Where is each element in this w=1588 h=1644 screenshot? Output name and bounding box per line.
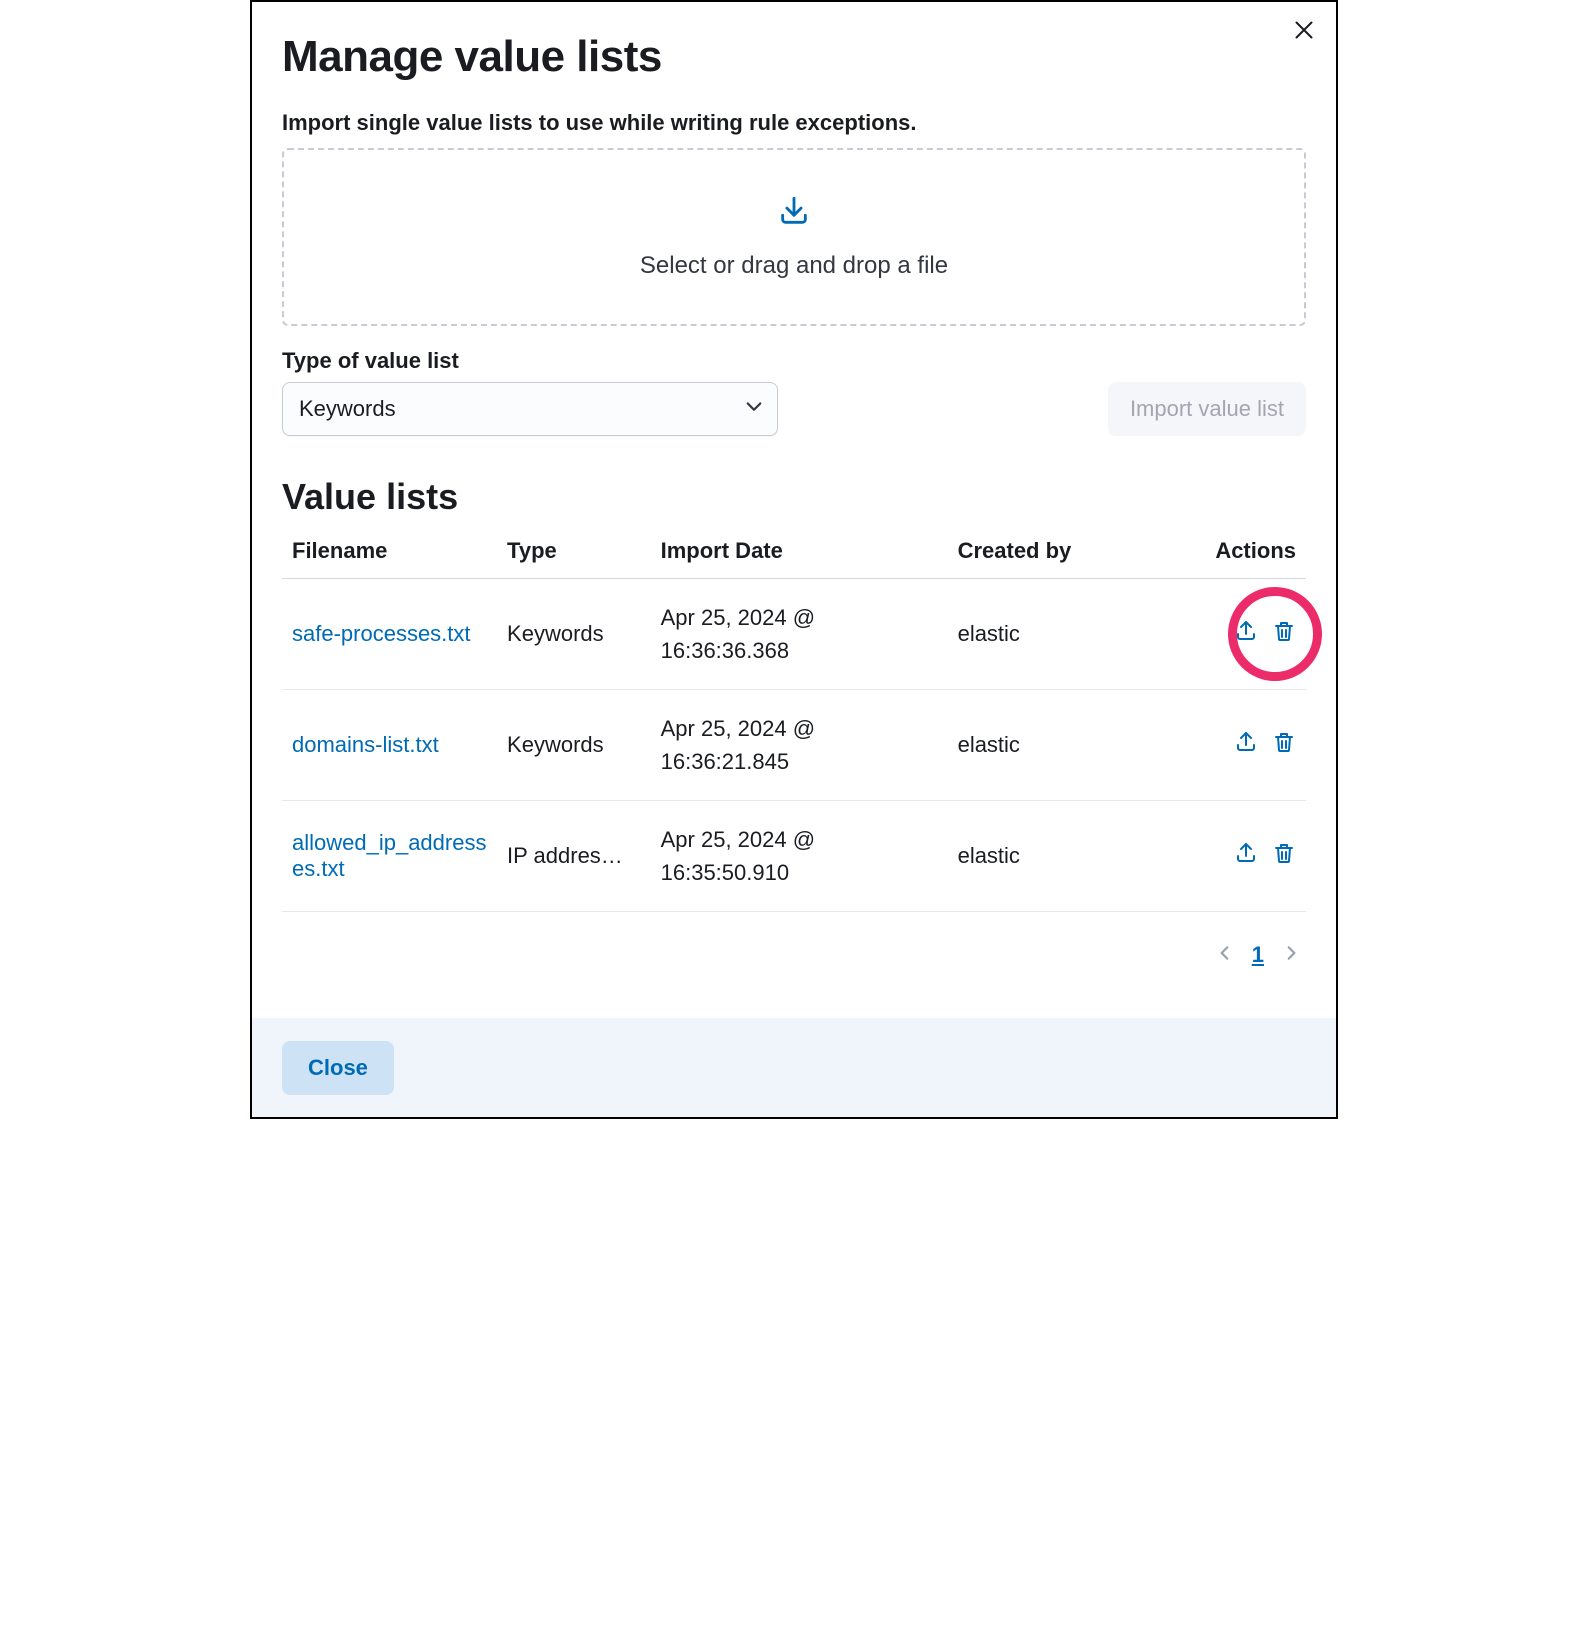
prev-page-icon[interactable] xyxy=(1216,942,1234,968)
table-row: domains-list.txt KeywordsApr 25, 2024 @ 1… xyxy=(282,690,1306,801)
type-cell: IP addres… xyxy=(497,801,651,912)
import-date-cell: Apr 25, 2024 @ 16:35:50.910 xyxy=(651,801,948,912)
modal-footer: Close xyxy=(252,1018,1336,1117)
col-created-by[interactable]: Created by xyxy=(948,524,1173,579)
col-actions: Actions xyxy=(1173,524,1306,579)
next-page-icon[interactable] xyxy=(1282,942,1300,968)
modal-subtitle: Import single value lists to use while w… xyxy=(282,110,1306,136)
chevron-down-icon xyxy=(744,396,764,422)
close-icon[interactable] xyxy=(1294,20,1318,44)
close-button[interactable]: Close xyxy=(282,1041,394,1095)
col-filename[interactable]: Filename xyxy=(282,524,497,579)
pagination: 1 xyxy=(282,912,1306,1008)
trash-icon[interactable] xyxy=(1272,730,1296,754)
actions-cell xyxy=(1173,690,1306,801)
type-of-value-list-label: Type of value list xyxy=(282,348,778,374)
actions-cell xyxy=(1173,801,1306,912)
export-icon[interactable] xyxy=(1234,619,1258,643)
import-date-cell: Apr 25, 2024 @ 16:36:21.845 xyxy=(651,690,948,801)
value-lists-heading: Value lists xyxy=(282,476,1306,518)
import-date-cell: Apr 25, 2024 @ 16:36:36.368 xyxy=(651,579,948,690)
file-dropzone[interactable]: Select or drag and drop a file xyxy=(282,148,1306,326)
page-number[interactable]: 1 xyxy=(1252,942,1264,968)
export-icon[interactable] xyxy=(1234,730,1258,754)
manage-value-lists-modal: Manage value lists Import single value l… xyxy=(250,0,1338,1119)
col-type[interactable]: Type xyxy=(497,524,651,579)
table-row: safe-processes.txt KeywordsApr 25, 2024 @… xyxy=(282,579,1306,690)
created-by-cell: elastic xyxy=(948,690,1173,801)
import-icon xyxy=(777,194,811,234)
type-of-value-list-select[interactable]: Keywords xyxy=(282,382,778,436)
dropzone-text: Select or drag and drop a file xyxy=(640,252,948,280)
filename-link[interactable]: safe-processes.txt xyxy=(292,621,471,646)
type-cell: Keywords xyxy=(497,690,651,801)
actions-cell xyxy=(1173,579,1306,690)
modal-title: Manage value lists xyxy=(282,32,1306,82)
type-cell: Keywords xyxy=(497,579,651,690)
trash-icon[interactable] xyxy=(1272,619,1296,643)
col-import-date[interactable]: Import Date xyxy=(651,524,948,579)
value-lists-table: Filename Type Import Date Created by Act… xyxy=(282,524,1306,912)
select-value: Keywords xyxy=(299,396,396,422)
created-by-cell: elastic xyxy=(948,579,1173,690)
export-icon[interactable] xyxy=(1234,841,1258,865)
filename-link[interactable]: allowed_ip_addresses.txt xyxy=(292,830,486,881)
created-by-cell: elastic xyxy=(948,801,1173,912)
table-row: allowed_ip_addresses.txtIP addres…Apr 25… xyxy=(282,801,1306,912)
filename-link[interactable]: domains-list.txt xyxy=(292,732,439,757)
import-value-list-button[interactable]: Import value list xyxy=(1108,382,1306,436)
trash-icon[interactable] xyxy=(1272,841,1296,865)
